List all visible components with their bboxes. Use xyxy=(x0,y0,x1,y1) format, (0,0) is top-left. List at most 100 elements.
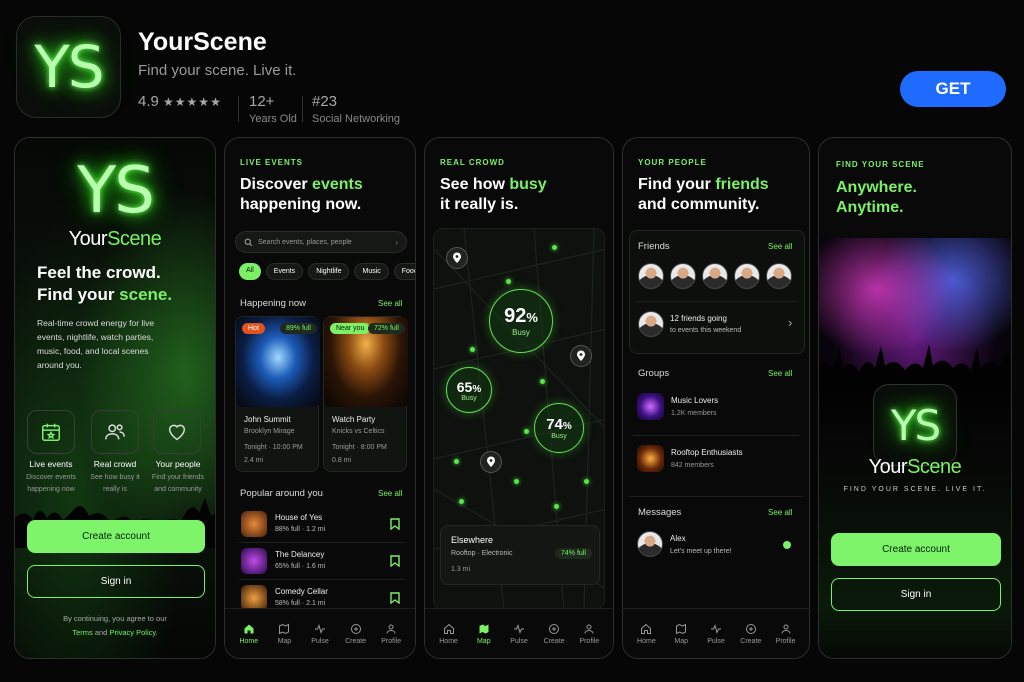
activity-dot xyxy=(584,479,589,484)
section-label: LIVE EVENTS xyxy=(240,158,304,167)
bottom-nav: Home Map Pulse Create Profile xyxy=(225,608,415,658)
nav-map[interactable]: Map xyxy=(664,609,698,658)
location-pin-icon[interactable] xyxy=(480,451,502,473)
event-venue: Brooklyn Mirage xyxy=(244,428,295,435)
event-distance: 2.4 mi xyxy=(244,457,264,464)
nav-profile[interactable]: Profile xyxy=(572,609,606,658)
map-icon xyxy=(479,624,489,633)
intro-text: Real-time crowd energy for live events, … xyxy=(37,318,155,370)
search-bar[interactable]: Search events, places, people › xyxy=(235,231,407,253)
see-all-link[interactable]: See all xyxy=(768,242,792,251)
feature-live-events: Live events Discover events happening now xyxy=(26,459,76,493)
nav-pulse[interactable]: Pulse xyxy=(502,609,536,658)
venue-card[interactable]: Elsewhere Rooftop · Electronic 74% full … xyxy=(440,525,600,585)
crowd-map[interactable]: 92% Busy 65% Busy 74% Busy Elsewhere Roofto… xyxy=(433,228,605,610)
rank-value: #23 xyxy=(312,93,338,110)
feature-your-people: Your people Find your friends and communi… xyxy=(151,459,205,493)
people-icon xyxy=(105,424,125,440)
bookmark-icon[interactable] xyxy=(390,555,400,567)
nav-create[interactable]: Create xyxy=(339,609,373,658)
friends-going: 12 friends going xyxy=(670,314,727,323)
plus-circle-icon xyxy=(350,623,361,634)
create-account-button[interactable]: Create account xyxy=(27,520,205,553)
place-thumb xyxy=(241,548,267,574)
terms-text: By continuing, you agree to our Terms and… xyxy=(63,614,167,637)
chip-food[interactable]: Food xyxy=(393,263,415,280)
pulse-icon xyxy=(710,623,721,634)
group-name: Rooftop Enthusiasts xyxy=(671,448,743,457)
place-meta: 58% full · 2.1 mi xyxy=(275,600,326,607)
calendar-star-icon xyxy=(42,423,60,441)
nav-home[interactable]: Home xyxy=(232,609,266,658)
activity-dot xyxy=(514,479,519,484)
create-account-button[interactable]: Create account xyxy=(831,533,1001,566)
chip-music[interactable]: Music xyxy=(354,263,389,280)
app-title: YourScene xyxy=(138,28,267,56)
section-title-popular: Popular around you xyxy=(240,488,323,499)
activity-dot xyxy=(459,499,464,504)
crowd-bubble[interactable]: 74% Busy xyxy=(534,403,584,453)
group-thumb xyxy=(637,445,664,472)
bookmark-icon[interactable] xyxy=(390,592,400,604)
see-all-link[interactable]: See all xyxy=(378,489,402,498)
event-name: Watch Party xyxy=(332,415,376,424)
sign-in-button[interactable]: Sign in xyxy=(27,565,205,598)
nav-map[interactable]: Map xyxy=(467,609,501,658)
nav-map[interactable]: Map xyxy=(267,609,301,658)
capacity-badge: 72% full xyxy=(368,323,405,334)
nav-pulse[interactable]: Pulse xyxy=(303,609,337,658)
section-label: REAL CROWD xyxy=(440,158,505,167)
sign-in-button[interactable]: Sign in xyxy=(831,578,1001,611)
location-pin-icon[interactable] xyxy=(446,247,468,269)
age-label: Years Old xyxy=(249,113,297,125)
nav-create[interactable]: Create xyxy=(537,609,571,658)
rank-category: Social Networking xyxy=(312,113,401,125)
event-card[interactable]: Near you 72% full Watch Party Knicks vs … xyxy=(323,316,408,472)
nav-home[interactable]: Home xyxy=(432,609,466,658)
see-all-link[interactable]: See all xyxy=(378,299,402,308)
messages-title: Messages xyxy=(638,507,682,518)
activity-dot xyxy=(506,279,511,284)
section-label: YOUR PEOPLE xyxy=(638,158,707,167)
capacity-badge: 89% full xyxy=(280,323,317,334)
event-name: John Summit xyxy=(244,415,291,424)
avatar[interactable] xyxy=(702,263,728,289)
location-pin-icon[interactable] xyxy=(570,345,592,367)
crowd-bubble[interactable]: 65% Busy xyxy=(446,367,492,413)
headline: Anywhere. Anytime. xyxy=(836,179,917,216)
avatar[interactable] xyxy=(638,263,664,289)
avatar[interactable] xyxy=(670,263,696,289)
nav-create[interactable]: Create xyxy=(734,609,768,658)
chip-nightlife[interactable]: Nightlife xyxy=(308,263,350,280)
app-tagline: Find your scene. Live it. xyxy=(138,62,297,79)
rating-block: 4.9 ★★★★★ xyxy=(138,93,222,110)
see-all-link[interactable]: See all xyxy=(768,369,792,378)
nav-profile[interactable]: Profile xyxy=(374,609,408,658)
see-all-link[interactable]: See all xyxy=(768,508,792,517)
avatar[interactable] xyxy=(766,263,792,289)
chevron-right-icon: › xyxy=(395,237,398,247)
activity-dot xyxy=(554,504,559,509)
bookmark-icon[interactable] xyxy=(390,518,400,530)
event-card[interactable]: Hot 89% full John Summit Brooklyn Mirage… xyxy=(235,316,320,472)
terms-link[interactable]: Terms xyxy=(72,628,92,637)
brand-name: YourScene xyxy=(68,228,162,250)
chevron-right-icon[interactable]: › xyxy=(788,315,792,330)
hot-badge: Hot xyxy=(242,323,265,334)
user-icon xyxy=(584,624,594,634)
place-name: The Delancey xyxy=(275,550,325,559)
chip-events[interactable]: Events xyxy=(265,263,304,280)
nav-profile[interactable]: Profile xyxy=(769,609,803,658)
event-venue: Knicks vs Celtics xyxy=(332,428,385,435)
unread-dot xyxy=(783,541,791,549)
get-button[interactable]: GET xyxy=(900,71,1006,107)
avatar[interactable] xyxy=(734,263,760,289)
chip-all[interactable]: All xyxy=(239,263,261,280)
nav-pulse[interactable]: Pulse xyxy=(699,609,733,658)
crowd-bubble[interactable]: 92% Busy xyxy=(489,289,553,353)
nav-home[interactable]: Home xyxy=(629,609,663,658)
divider xyxy=(238,96,239,122)
screenshot-your-people: YOUR PEOPLE Find your friends and communi… xyxy=(622,137,810,659)
privacy-link[interactable]: Privacy Policy. xyxy=(109,628,157,637)
brand-tagline: FIND YOUR SCENE. LIVE IT. xyxy=(843,486,987,493)
